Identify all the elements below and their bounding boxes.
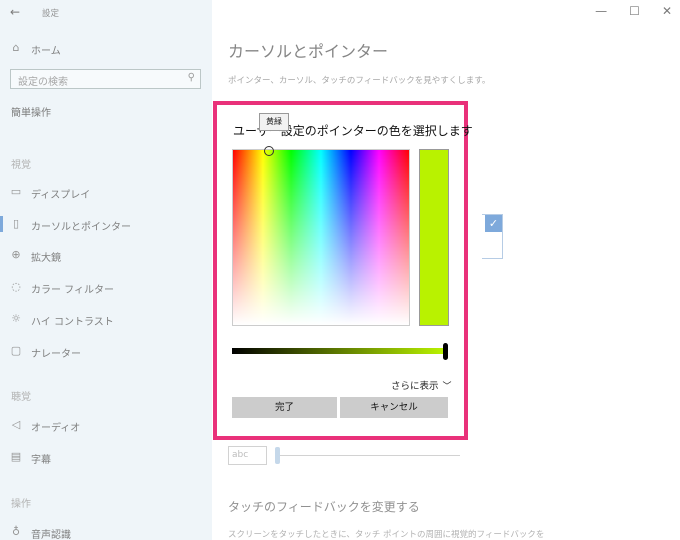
spectrum-cursor[interactable] (264, 146, 274, 156)
more-options-label: さらに表示 (391, 381, 439, 392)
cancel-button[interactable]: キャンセル (340, 397, 448, 418)
color-preview (419, 149, 449, 326)
chevron-down-icon: ﹀ (442, 382, 452, 392)
brightness-slider[interactable] (232, 348, 443, 354)
color-spectrum[interactable] (232, 146, 410, 326)
done-button[interactable]: 完了 (232, 397, 337, 418)
color-picker-dialog: ユーザー設定のポインターの色を選択します 黄緑 さらに表示 ﹀ 完了 キャンセル (213, 101, 473, 440)
brightness-thumb[interactable] (443, 343, 448, 360)
color-name-tooltip: 黄緑 (259, 113, 289, 131)
more-options-link[interactable]: さらに表示 ﹀ (391, 378, 452, 392)
